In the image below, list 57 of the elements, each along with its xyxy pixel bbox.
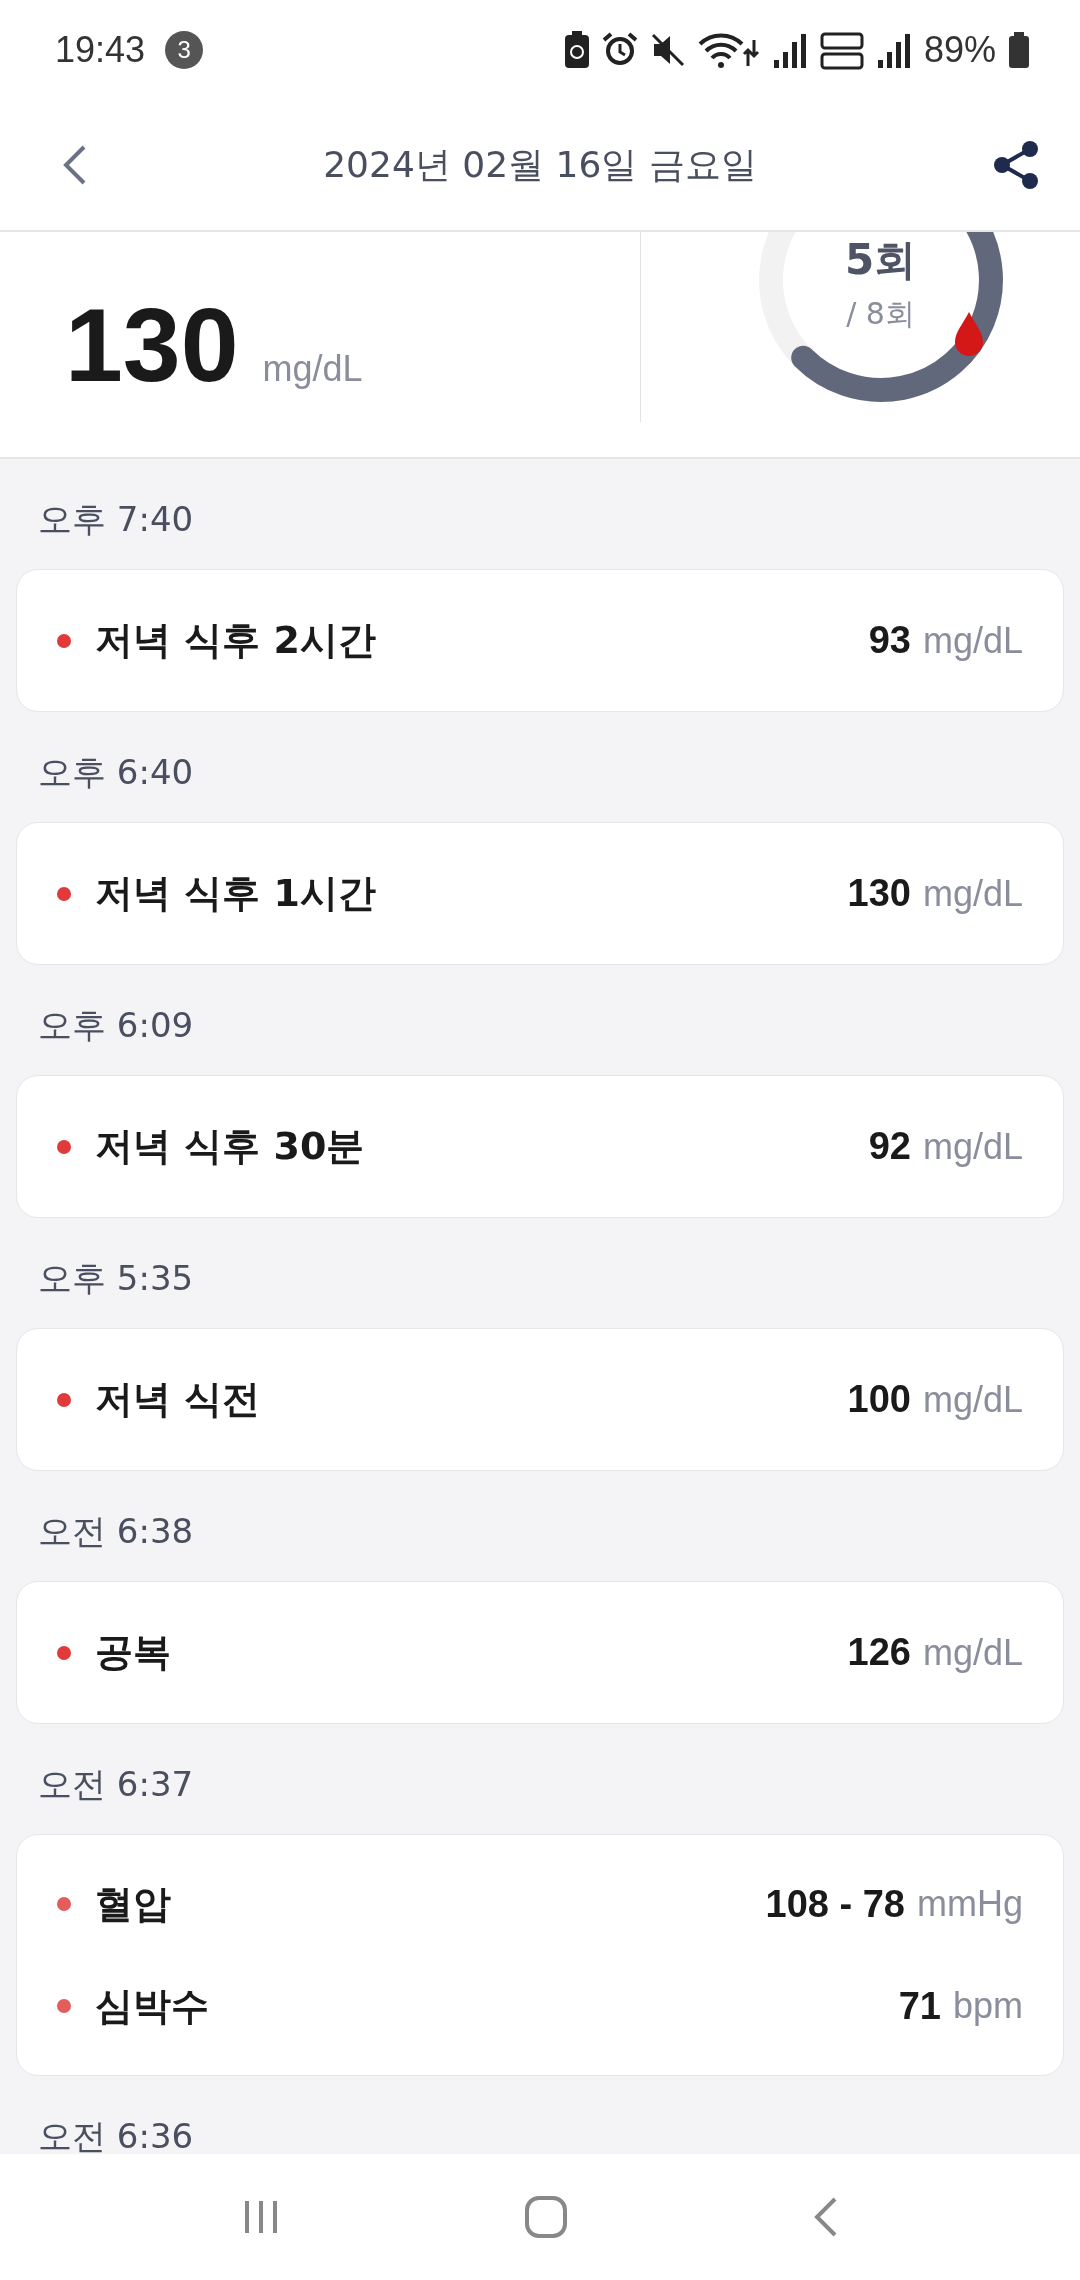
record-value: 126 — [847, 1631, 911, 1674]
blood-drop-icon — [954, 312, 983, 356]
unit-label: mg/dL — [262, 348, 363, 390]
record-label: 심박수 — [95, 1982, 210, 2030]
page-title: 2024년 02월 16일 금요일 — [323, 142, 757, 187]
time-label: 오전 6:36 — [37, 2115, 195, 2154]
battery-saver-icon — [563, 31, 590, 69]
record-value: 100 — [847, 1378, 911, 1421]
time-label: 오전 6:38 — [37, 1510, 195, 1553]
status-dot — [57, 1999, 71, 2013]
max-glucose-value: 130 — [65, 286, 239, 405]
record-card[interactable]: 저녁 식후 1시간 130 mg/dL — [16, 822, 1064, 965]
unit-label: mg/dL — [922, 1631, 1023, 1674]
record-value: 108 - 78 — [765, 1882, 905, 1926]
record-label: 저녁 식후 1시간 — [95, 870, 377, 917]
total-label: / 8회 — [846, 295, 915, 333]
time-label: 오후 6:40 — [37, 751, 195, 794]
time-label: 오후 5:35 — [37, 1257, 195, 1300]
unit-label: mg/dL — [922, 619, 1023, 662]
notification-badge: 3 — [165, 31, 204, 69]
record-value: 93 — [868, 619, 911, 662]
record-label: 저녁 식후 30분 — [95, 1123, 366, 1170]
record-card[interactable]: 저녁 식전 100 mg/dL — [16, 1328, 1064, 1471]
record-label: 저녁 식전 — [95, 1376, 262, 1423]
status-dot — [57, 1645, 71, 1660]
alarm-icon — [601, 32, 638, 68]
record-value: 130 — [847, 872, 911, 915]
wifi-icon — [697, 30, 760, 70]
unit-label: mg/dL — [922, 872, 1023, 915]
status-dot — [57, 1139, 71, 1154]
status-time: 19:43 — [55, 29, 146, 71]
record-label: 혈압 — [95, 1880, 172, 1928]
battery-icon — [1008, 31, 1030, 69]
battery-percent: 89% — [923, 29, 996, 71]
record-card[interactable]: 저녁 식후 2시간 93 mg/dL — [16, 569, 1064, 712]
unit-label: mmHg — [917, 1883, 1023, 1925]
time-label: 오후 6:09 — [37, 1004, 195, 1047]
record-card[interactable]: 저녁 식후 30분 92 mg/dL — [16, 1075, 1064, 1218]
record-card[interactable]: 공복 126 mg/dL — [16, 1581, 1064, 1724]
count-label: 5회 — [844, 234, 917, 286]
unit-label: mg/dL — [922, 1378, 1023, 1421]
record-value: 92 — [868, 1125, 911, 1168]
unit-label: mg/dL — [922, 1125, 1023, 1168]
status-dot — [57, 1897, 71, 1911]
status-dot — [57, 1392, 71, 1407]
time-label: 오후 7:40 — [37, 498, 195, 541]
record-card[interactable]: 혈압 108 - 78 mmHg 심박수 71 bpm — [16, 1834, 1064, 2076]
mute-icon — [649, 32, 686, 68]
record-value: 71 — [898, 1984, 941, 2028]
status-dot — [57, 633, 71, 648]
status-dot — [57, 886, 71, 901]
home-icon[interactable] — [524, 2195, 568, 2239]
unit-label: bpm — [952, 1985, 1023, 2027]
share-icon[interactable] — [992, 139, 1040, 191]
record-label: 공복 — [95, 1629, 172, 1676]
time-label: 오전 6:37 — [37, 1763, 195, 1806]
record-label: 저녁 식후 2시간 — [95, 617, 377, 664]
